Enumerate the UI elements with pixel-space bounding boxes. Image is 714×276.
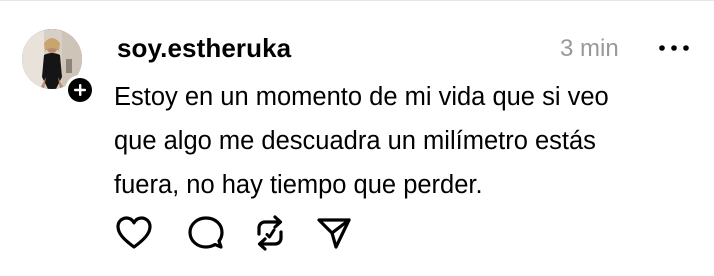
like-button[interactable] (114, 213, 154, 253)
repost-button[interactable] (250, 213, 290, 253)
heart-icon (116, 216, 152, 249)
comment-icon (188, 216, 224, 249)
follow-button[interactable] (65, 75, 95, 105)
share-icon (317, 218, 351, 249)
comment-button[interactable] (186, 213, 226, 253)
post-text-line: que algo me descuadra un milímetro estás (114, 127, 596, 155)
username[interactable]: soy.estheruka (117, 33, 291, 64)
post-text-line: Estoy en un momento de mi vida que si ve… (114, 83, 609, 111)
share-button[interactable] (314, 213, 354, 253)
post-text-line: fuera, no hay tiempo que perder. (114, 171, 483, 199)
avatar-container[interactable] (22, 29, 95, 105)
thread-post: soy.estheruka 3 min Estoy en un momento … (0, 0, 714, 276)
more-icon (659, 45, 689, 51)
post-timestamp[interactable]: 3 min (560, 35, 619, 63)
post-text: Estoy en un momento de mi vida que si ve… (114, 75, 694, 207)
more-options-button[interactable] (656, 36, 692, 60)
repost-icon (257, 215, 283, 251)
plus-icon (68, 78, 92, 102)
